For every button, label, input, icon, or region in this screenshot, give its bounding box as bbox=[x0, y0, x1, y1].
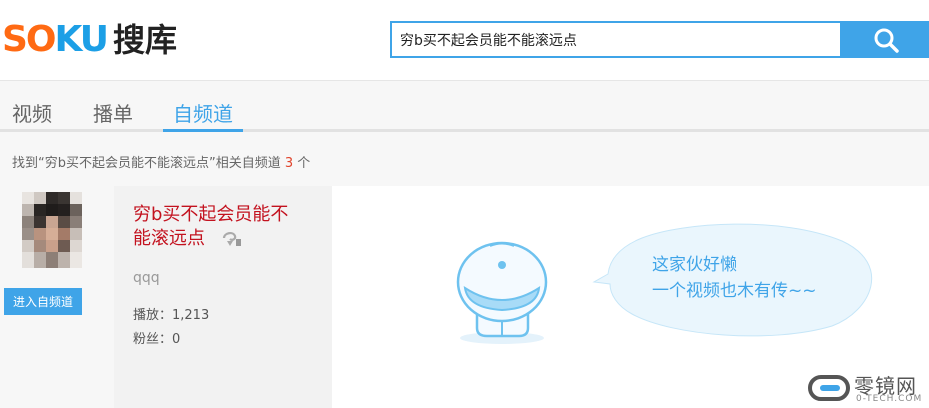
logo-text-so: SO bbox=[2, 19, 57, 60]
unverified-badge-icon bbox=[222, 232, 241, 246]
enter-channel-button[interactable]: 进入自频道 bbox=[4, 288, 82, 315]
search-input[interactable] bbox=[400, 23, 830, 56]
channel-title-line2: 能滚远点 bbox=[133, 228, 205, 249]
play-count: 播放：1,213 bbox=[133, 308, 210, 323]
result-suffix: 个 bbox=[297, 156, 311, 171]
tab-channels[interactable]: 自频道 bbox=[163, 98, 243, 132]
result-prefix: 找到“穷b买不起会员能不能滚远点”相关自频道 bbox=[12, 156, 281, 171]
watermark-logo-icon bbox=[808, 375, 850, 401]
channel-title[interactable]: 穷b买不起会员能不 能滚远点 bbox=[133, 203, 323, 251]
empty-message-line2: 一个视频也木有传~~ bbox=[652, 281, 817, 301]
result-count: 3 bbox=[284, 156, 294, 171]
watermark: 零镜网 0-TECH.COM bbox=[806, 370, 929, 408]
tab-bar: 视频 播单 自频道 bbox=[0, 88, 929, 132]
tab-playlists[interactable]: 播单 bbox=[93, 98, 133, 132]
tab-videos[interactable]: 视频 bbox=[12, 98, 52, 132]
logo-text-cn: 搜库 bbox=[113, 21, 178, 59]
channel-title-line1: 穷b买不起会员能不 bbox=[133, 204, 289, 225]
logo-text-ku: KU bbox=[54, 19, 109, 60]
search-box bbox=[390, 21, 842, 58]
empty-message: 这家伙好懒 一个视频也木有传~~ bbox=[652, 252, 817, 304]
search-button[interactable] bbox=[842, 21, 929, 58]
avatar[interactable] bbox=[22, 192, 82, 268]
channel-description: qqq bbox=[133, 270, 160, 286]
soku-logo[interactable]: SOKU 搜库 bbox=[2, 18, 177, 62]
result-summary: 找到“穷b买不起会员能不能滚远点”相关自频道 3 个 bbox=[12, 152, 310, 171]
fan-count: 粉丝：0 bbox=[133, 332, 181, 347]
search-icon bbox=[874, 28, 899, 53]
watermark-text-en: 0-TECH.COM bbox=[856, 394, 923, 404]
top-header: SOKU 搜库 bbox=[0, 0, 929, 81]
channel-info: 穷b买不起会员能不 能滚远点 qqq 播放：1,213 粉丝：0 bbox=[114, 186, 332, 408]
empty-message-line1: 这家伙好懒 bbox=[652, 255, 737, 275]
